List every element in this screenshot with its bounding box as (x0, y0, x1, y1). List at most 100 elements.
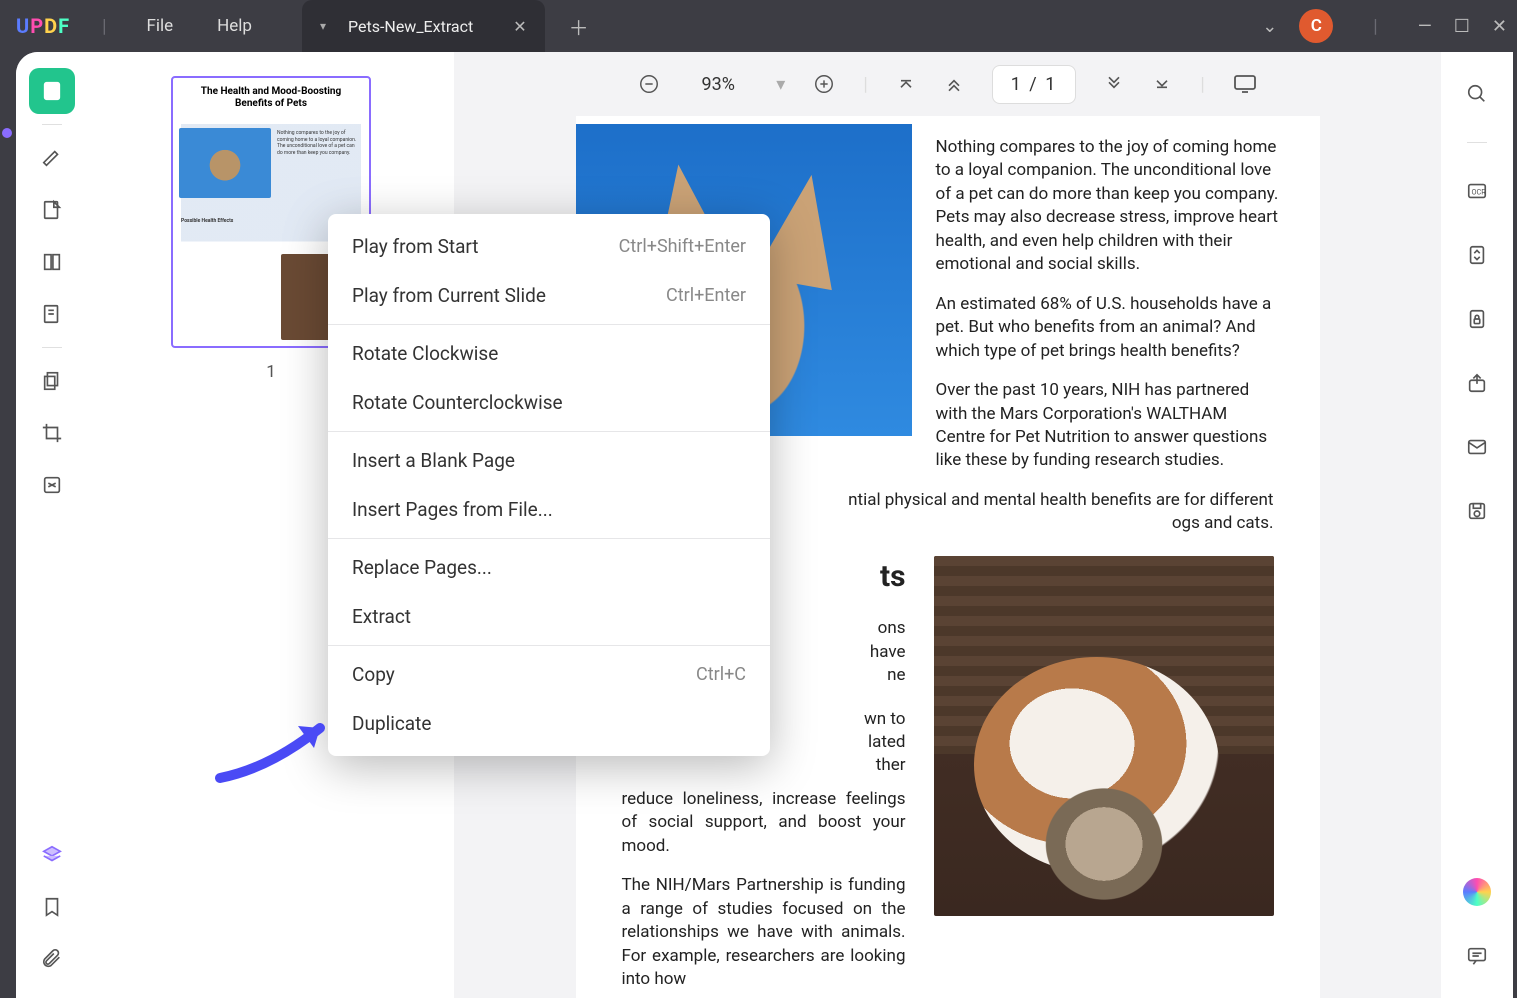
separator-icon (42, 124, 62, 125)
new-tab-button[interactable]: ＋ (569, 12, 589, 41)
ctx-copy[interactable]: Copy Ctrl+C (328, 650, 770, 699)
ctx-play-current-slide[interactable]: Play from Current Slide Ctrl+Enter (328, 271, 770, 320)
ctx-label: Duplicate (352, 712, 431, 735)
zoom-value[interactable]: 93% (688, 74, 748, 95)
annotation-arrow-icon (210, 708, 350, 792)
text-column: Nothing compares to the joy of coming ho… (936, 116, 1320, 489)
search-button[interactable] (1457, 74, 1497, 114)
bookmark-icon (41, 896, 63, 918)
ctx-label: Extract (352, 605, 411, 628)
ctx-shortcut: Ctrl+Enter (666, 285, 746, 306)
tab-dropdown-icon[interactable]: ▾ (320, 19, 326, 33)
first-page-icon (896, 74, 916, 94)
separator-icon: | (863, 74, 867, 95)
layers-button[interactable] (29, 832, 75, 878)
separator-icon (328, 431, 770, 432)
paragraph: Nothing compares to the joy of coming ho… (936, 136, 1280, 277)
chevron-down-double-icon (1104, 74, 1124, 94)
share-button[interactable] (1457, 363, 1497, 403)
email-button[interactable] (1457, 427, 1497, 467)
avatar[interactable]: C (1299, 9, 1333, 43)
first-page-button[interactable] (896, 74, 916, 94)
close-icon[interactable]: ✕ (513, 17, 526, 36)
thumb-text: Nothing compares to the joy of coming ho… (277, 130, 361, 156)
chevron-down-icon[interactable]: ⌄ (1262, 16, 1277, 37)
ctx-extract[interactable]: Extract (328, 592, 770, 641)
ctx-duplicate[interactable]: Duplicate (328, 699, 770, 748)
svg-text:OCR: OCR (1472, 188, 1487, 197)
page-tool-button[interactable] (29, 239, 75, 285)
reader-mode-button[interactable] (29, 68, 75, 114)
presentation-button[interactable] (1233, 74, 1257, 94)
context-menu: Play from Start Ctrl+Shift+Enter Play fr… (328, 214, 770, 756)
marker-icon (41, 147, 63, 169)
thumb-title: The Health and Mood-Boosting Benefits of… (173, 78, 369, 114)
ocr-icon: OCR (1466, 180, 1488, 202)
organize-tool-button[interactable] (29, 358, 75, 404)
separator-icon: | (1200, 74, 1204, 95)
ctx-rotate-ccw[interactable]: Rotate Counterclockwise (328, 378, 770, 427)
ctx-replace-pages[interactable]: Replace Pages... (328, 543, 770, 592)
book-icon (41, 80, 63, 102)
save-button[interactable] (1457, 491, 1497, 531)
comment-panel-button[interactable] (1457, 936, 1497, 976)
screen-icon (1233, 74, 1257, 94)
separator-icon (1467, 142, 1487, 143)
redact-tool-button[interactable] (29, 462, 75, 508)
separator-icon (328, 324, 770, 325)
maximize-icon[interactable]: ☐ (1454, 16, 1470, 37)
last-page-button[interactable] (1152, 74, 1172, 94)
layers-icon (41, 844, 63, 866)
copy-pages-icon (41, 370, 63, 392)
comment-tool-button[interactable] (29, 135, 75, 181)
ctx-label: Replace Pages... (352, 556, 492, 579)
last-page-icon (1152, 74, 1172, 94)
minus-circle-icon (638, 73, 660, 95)
mail-icon (1466, 436, 1488, 458)
crop-tool-button[interactable] (29, 410, 75, 456)
ocr-button[interactable]: OCR (1457, 171, 1497, 211)
right-rail: OCR (1441, 52, 1513, 998)
edit-tool-button[interactable] (29, 187, 75, 233)
ai-button[interactable] (1457, 872, 1497, 912)
page-indicator[interactable]: 1 / 1 (992, 65, 1077, 104)
protect-button[interactable] (1457, 299, 1497, 339)
titlebar: UPDF | File Help ▾ Pets-New_Extract ✕ ＋ … (0, 0, 1517, 52)
ctx-play-from-start[interactable]: Play from Start Ctrl+Shift+Enter (328, 222, 770, 271)
thumb-image-icon (179, 128, 271, 198)
menu-help[interactable]: Help (217, 16, 252, 36)
ctx-insert-from-file[interactable]: Insert Pages from File... (328, 485, 770, 534)
next-page-button[interactable] (1104, 74, 1124, 94)
minimize-icon[interactable]: — (1418, 16, 1432, 37)
ai-logo-icon (1463, 878, 1491, 906)
ctx-label: Play from Start (352, 235, 479, 258)
comment-icon (1466, 945, 1488, 967)
ctx-shortcut: Ctrl+Shift+Enter (619, 236, 746, 257)
paragraph: Over the past 10 years, NIH has partnere… (936, 379, 1280, 473)
app-logo: UPDF (16, 14, 70, 38)
document-tab[interactable]: ▾ Pets-New_Extract ✕ (302, 0, 545, 52)
plus-circle-icon (813, 73, 835, 95)
paragraph: An estimated 68% of U.S. households have… (936, 293, 1280, 363)
attachment-button[interactable] (29, 936, 75, 982)
convert-button[interactable] (1457, 235, 1497, 275)
zoom-dropdown[interactable]: ▾ (776, 74, 785, 95)
separator-icon (328, 538, 770, 539)
prev-page-button[interactable] (944, 74, 964, 94)
edit-page-icon (41, 199, 63, 221)
ctx-rotate-cw[interactable]: Rotate Clockwise (328, 329, 770, 378)
ctx-label: Play from Current Slide (352, 284, 546, 307)
pages-icon (41, 251, 63, 273)
chevron-up-double-icon (944, 74, 964, 94)
share-icon (1466, 372, 1488, 394)
ctx-insert-blank[interactable]: Insert a Blank Page (328, 436, 770, 485)
zoom-out-button[interactable] (638, 73, 660, 95)
bookmark-button[interactable] (29, 884, 75, 930)
form-tool-button[interactable] (29, 291, 75, 337)
menu-file[interactable]: File (146, 16, 173, 36)
close-window-icon[interactable]: ✕ (1492, 16, 1507, 37)
separator-icon: | (102, 16, 106, 37)
zoom-in-button[interactable] (813, 73, 835, 95)
lock-page-icon (1466, 308, 1488, 330)
view-toolbar: 93% ▾ | 1 / 1 | (454, 52, 1441, 116)
